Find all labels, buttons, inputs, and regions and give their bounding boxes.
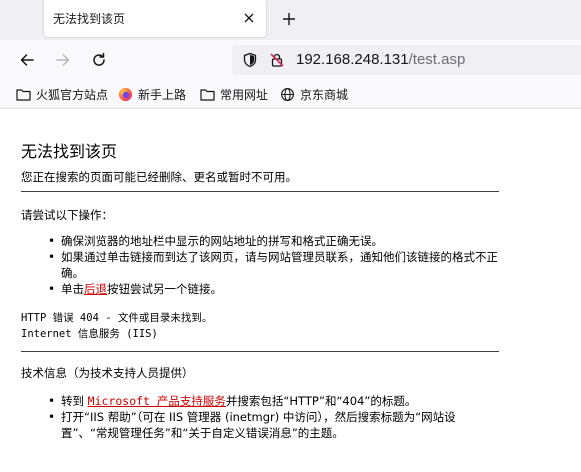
bookmark-label: 京东商城 bbox=[300, 87, 349, 102]
bookmark-getting-started[interactable]: 新手上路 bbox=[118, 85, 186, 103]
plus-icon bbox=[283, 13, 295, 25]
address-bar[interactable]: 192.168.248.131/test.asp bbox=[232, 45, 581, 75]
bookmark-label: 火狐官方站点 bbox=[36, 87, 109, 102]
tab-title: 无法找到该页 bbox=[53, 12, 126, 26]
bookmark-label: 常用网址 bbox=[220, 87, 269, 102]
divider bbox=[21, 351, 499, 352]
navigation-toolbar: 192.168.248.131/test.asp bbox=[0, 40, 581, 80]
insecure-lock-icon[interactable] bbox=[268, 51, 286, 69]
microsoft-support-link[interactable]: Microsoft 产品支持服务 bbox=[88, 394, 226, 408]
list-item-text: 确保浏览器的地址栏中显示的网站地址的拼写和格式正确无误。 bbox=[61, 234, 383, 248]
back-link[interactable]: 后退 bbox=[84, 282, 107, 296]
list-item: 确保浏览器的地址栏中显示的网站地址的拼写和格式正确无误。 bbox=[0, 233, 501, 249]
list-item: 如果通过单击链接而到达了该网页，请与网站管理员联系，通知他们该链接的格式不正确。 bbox=[0, 249, 501, 281]
arrow-right-icon bbox=[56, 54, 70, 66]
shield-icon[interactable] bbox=[241, 51, 259, 69]
url-text[interactable]: 192.168.248.131/test.asp bbox=[296, 51, 465, 68]
reload-icon bbox=[93, 52, 105, 66]
page-content: 无法找到该页 您正在搜索的页面可能已经删除、更名或暂时不可用。 请尝试以下操作：… bbox=[0, 109, 581, 472]
url-host: 192.168.248.131 bbox=[296, 51, 409, 68]
back-button[interactable] bbox=[14, 47, 40, 73]
bookmark-jd-mall[interactable]: 京东商城 bbox=[280, 85, 348, 103]
bookmark-label: 新手上路 bbox=[138, 87, 187, 102]
list-item-text: 按钮尝试另一个链接。 bbox=[107, 282, 222, 296]
list-item-text: 转到 bbox=[61, 394, 88, 408]
list-item-text: 打开“IIS 帮助”（可在 IIS 管理器 (inetmgr) 中访问），然后搜… bbox=[61, 410, 456, 440]
list-item-text: 并搜索包括“HTTP”和“404”的标题。 bbox=[225, 394, 417, 408]
bookmark-common-sites[interactable]: 常用网址 bbox=[200, 85, 268, 103]
arrow-left-icon bbox=[20, 54, 34, 66]
try-heading: 请尝试以下操作： bbox=[21, 208, 113, 222]
tab-strip: 无法找到该页 bbox=[0, 0, 581, 40]
active-tab[interactable]: 无法找到该页 bbox=[44, 0, 266, 37]
firefox-icon bbox=[118, 87, 133, 101]
error-code: HTTP 错误 404 - 文件或目录未找到。 bbox=[21, 312, 213, 324]
page-subtitle: 您正在搜索的页面可能已经删除、更名或暂时不可用。 bbox=[21, 170, 297, 184]
tech-heading: 技术信息（为技术支持人员提供） bbox=[21, 366, 194, 380]
list-item-text: 单击 bbox=[61, 282, 84, 296]
close-icon bbox=[244, 13, 254, 23]
bookmark-firefox-official[interactable]: 火狐官方站点 bbox=[16, 85, 108, 103]
list-item-text: 如果通过单击链接而到达了该网页，请与网站管理员联系，通知他们该链接的格式不正确。 bbox=[61, 250, 498, 280]
tab-close-button[interactable] bbox=[239, 8, 259, 28]
list-item: 转到 Microsoft 产品支持服务并搜索包括“HTTP”和“404”的标题。 bbox=[0, 393, 501, 409]
server-name: Internet 信息服务 (IIS) bbox=[21, 328, 158, 340]
tech-list: 转到 Microsoft 产品支持服务并搜索包括“HTTP”和“404”的标题。… bbox=[0, 393, 501, 441]
try-list: 确保浏览器的地址栏中显示的网站地址的拼写和格式正确无误。 如果通过单击链接而到达… bbox=[0, 233, 501, 297]
page-title: 无法找到该页 bbox=[21, 142, 118, 161]
url-path: /test.asp bbox=[408, 51, 466, 68]
divider bbox=[21, 191, 499, 192]
new-tab-button[interactable] bbox=[276, 6, 302, 32]
list-item: 单击后退按钮尝试另一个链接。 bbox=[0, 281, 501, 297]
reload-button[interactable] bbox=[86, 47, 112, 73]
bookmarks-toolbar: 火狐官方站点 新手上路 常用网址 京东商城 bbox=[0, 80, 581, 109]
folder-icon bbox=[16, 88, 31, 101]
list-item: 打开“IIS 帮助”（可在 IIS 管理器 (inetmgr) 中访问），然后搜… bbox=[0, 409, 501, 441]
folder-icon bbox=[200, 88, 215, 101]
forward-button[interactable] bbox=[50, 47, 76, 73]
globe-icon bbox=[281, 87, 294, 101]
